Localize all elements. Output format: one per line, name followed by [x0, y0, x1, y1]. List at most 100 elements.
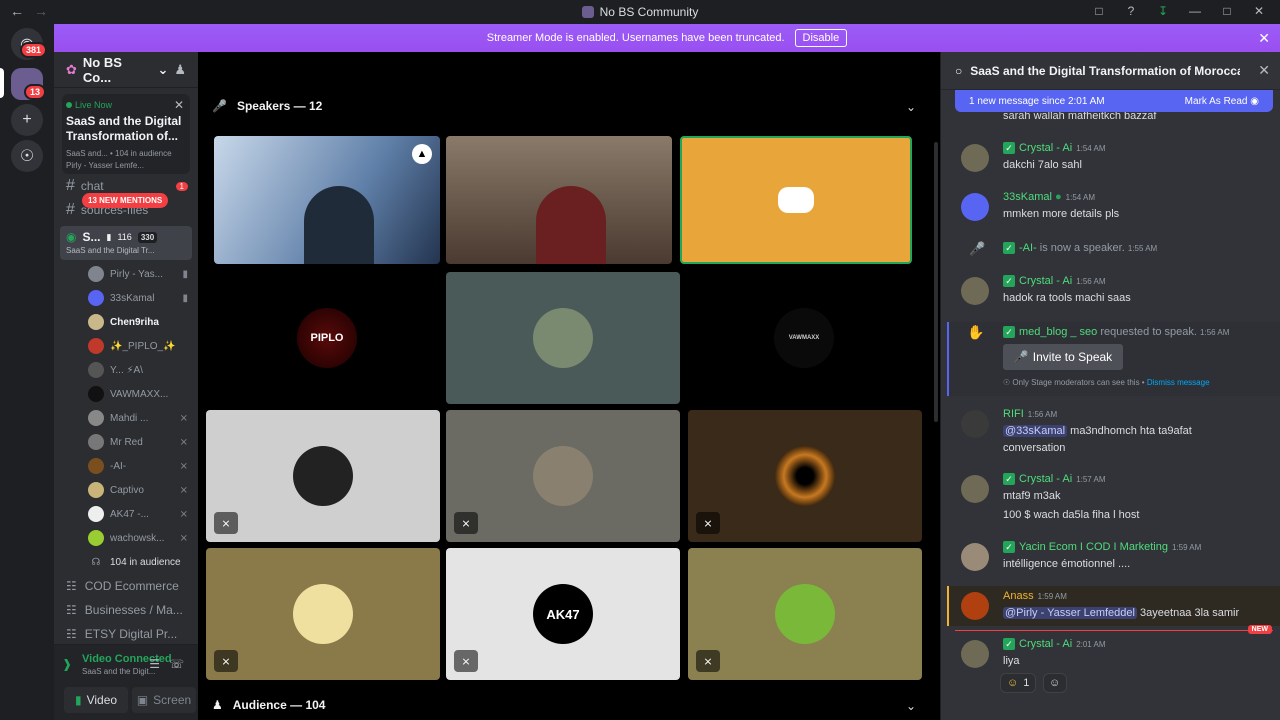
user-mention[interactable]: @Pirly - Yasser Lemfeddel: [1003, 607, 1137, 619]
user-name: 33sKamal: [110, 292, 155, 304]
author-name[interactable]: 33sKamal: [1003, 191, 1052, 203]
speaker-discord-tile[interactable]: [680, 136, 912, 264]
speaker-tile-mahdi[interactable]: ⨯: [206, 410, 440, 542]
server-header[interactable]: ✿ No BS Co... ⌄ ♟: [54, 52, 198, 88]
message-text: conversation: [1003, 442, 1066, 454]
audience-header[interactable]: ♟ Audience — 104: [212, 693, 325, 717]
avatar[interactable]: [961, 640, 989, 668]
avatar[interactable]: [961, 475, 989, 503]
stage-user-row[interactable]: -AI- ⨯: [54, 454, 198, 478]
mark-as-read-button[interactable]: Mark As Read ◉: [1185, 96, 1259, 107]
category-businesses[interactable]: ☷ Businesses / Ma...: [54, 598, 198, 622]
disable-button[interactable]: Disable: [794, 29, 848, 47]
verified-check-icon: ✓: [1003, 326, 1015, 338]
moderator-shield-icon: ▲: [412, 144, 432, 164]
chen9riha-avatar: [533, 446, 593, 506]
user-mention[interactable]: @33sKamal: [1003, 425, 1068, 437]
download-icon[interactable]: ↧: [1156, 4, 1170, 18]
minimize-icon[interactable]: —: [1188, 4, 1202, 18]
author-name[interactable]: Crystal - Ai: [1019, 473, 1072, 485]
hash-icon: #: [66, 201, 75, 218]
speaker-tile-wachowski[interactable]: ⨯: [688, 548, 922, 680]
discover-compass-icon[interactable]: ☉: [11, 140, 43, 172]
maximize-icon[interactable]: □: [1220, 4, 1234, 18]
speaker-video-tile[interactable]: [446, 136, 672, 264]
muted-mic-icon: ⨯: [179, 508, 188, 520]
live-now-label: Live Now: [66, 100, 186, 110]
stage-user-row[interactable]: Mahdi ... ⨯: [54, 406, 198, 430]
live-close-icon[interactable]: ✕: [174, 98, 184, 112]
author-name[interactable]: Crystal - Ai: [1019, 275, 1072, 287]
avatar[interactable]: [961, 144, 989, 172]
event-user[interactable]: -AI-: [1019, 242, 1037, 254]
speaker-person: [536, 186, 606, 264]
video-camera-icon: ▮: [106, 231, 112, 242]
stage-user-row[interactable]: ✨_PIPLO_✨: [54, 334, 198, 358]
speaker-video-tile[interactable]: ▲: [214, 136, 440, 264]
stage-user-row[interactable]: AK47 -... ⨯: [54, 502, 198, 526]
author-name[interactable]: Crystal - Ai: [1019, 142, 1072, 154]
screen-share-button[interactable]: ▣ Screen: [132, 687, 196, 713]
speakers-header[interactable]: 🎤 Speakers — 12: [212, 94, 322, 118]
new-messages-bar[interactable]: 1 new message since 2:01 AM Mark As Read…: [955, 90, 1273, 112]
speaker-tile-mr-red[interactable]: [446, 272, 680, 404]
request-user[interactable]: med_blog _ seo: [1019, 326, 1097, 338]
invite-people-icon[interactable]: ♟: [174, 62, 186, 78]
stage-user-row[interactable]: Y... ⚡A\: [54, 358, 198, 382]
speaker-tile-piplo[interactable]: PIPLO: [214, 272, 440, 404]
disconnect-phone-icon[interactable]: ☏: [169, 657, 184, 671]
live-now-card[interactable]: Live Now ✕ SaaS and the Digital Transfor…: [62, 94, 190, 174]
signal-icon: ❱: [62, 657, 73, 671]
audience-chevron-icon[interactable]: ⌄: [906, 699, 916, 713]
stage-user-count: 330: [137, 231, 158, 243]
speaker-tile-ak47[interactable]: AK47 ⨯: [446, 548, 680, 680]
avatar[interactable]: [961, 592, 989, 620]
speakers-chevron-icon[interactable]: ⌄: [906, 100, 916, 114]
stage-user-row[interactable]: wachowsk... ⨯: [54, 526, 198, 550]
stage-user-row[interactable]: VAWMAXX...: [54, 382, 198, 406]
author-name[interactable]: Crystal - Ai: [1019, 638, 1072, 650]
stage-user-row[interactable]: Pirly - Yas... ▮: [54, 262, 198, 286]
stage-scrollbar[interactable]: [934, 142, 938, 422]
verified-check-icon: ✓: [1003, 275, 1015, 287]
close-window-icon[interactable]: ✕: [1252, 4, 1266, 18]
streamer-mode-banner: Streamer Mode is enabled. Usernames have…: [54, 24, 1280, 52]
dismiss-message-link[interactable]: Dismiss message: [1147, 378, 1210, 387]
reaction-button[interactable]: ☺ 1: [1000, 673, 1037, 693]
chevron-down-icon: ⌄: [157, 61, 169, 77]
category-label: ETSY Digital Pr...: [84, 627, 178, 641]
stage-user-row[interactable]: Captivo ⨯: [54, 478, 198, 502]
author-name[interactable]: RIFI: [1003, 408, 1024, 420]
invite-to-speak-button[interactable]: 🎤 Invite to Speak: [1003, 344, 1123, 370]
author-name[interactable]: Anass: [1003, 590, 1034, 602]
stage-user-row[interactable]: Mr Red ⨯: [54, 430, 198, 454]
inbox-icon[interactable]: □: [1092, 4, 1106, 18]
audience-row[interactable]: ☊ 104 in audience: [54, 550, 198, 574]
avatar[interactable]: [961, 410, 989, 438]
speaker-tile-ai[interactable]: ⨯: [688, 410, 922, 542]
category-etsy[interactable]: ☷ ETSY Digital Pr...: [54, 622, 198, 646]
help-icon[interactable]: ?: [1124, 4, 1138, 18]
user-name: Mahdi ...: [110, 412, 149, 424]
add-reaction-button[interactable]: ☺: [1043, 673, 1067, 693]
new-mentions-pill[interactable]: 13 NEW MENTIONS: [82, 193, 169, 208]
video-button[interactable]: ▮ Video: [64, 687, 128, 713]
message-text: mtaf9 m3ak: [1003, 490, 1061, 502]
speaker-tile-captivo[interactable]: ⨯: [206, 548, 440, 680]
stage-user-row[interactable]: Chen9riha: [54, 310, 198, 334]
stage-channel[interactable]: ◉ S... ▮ 116 330 SaaS and the Digital Tr...: [60, 226, 192, 260]
add-server-icon[interactable]: +: [11, 104, 43, 136]
speaker-tile-chen9riha[interactable]: ⨯: [446, 410, 680, 542]
channel-label: chat: [80, 179, 104, 193]
category-cod[interactable]: ☷ COD Ecommerce: [54, 574, 198, 598]
timestamp: 1:56 AM: [1027, 410, 1058, 419]
avatar[interactable]: [961, 543, 989, 571]
speaker-tile-vawmaxx[interactable]: VAWMAXX: [688, 272, 920, 404]
chat-close-icon[interactable]: ✕: [1258, 62, 1270, 79]
server-icon: [581, 6, 594, 18]
banner-close-icon[interactable]: ✕: [1258, 30, 1270, 47]
avatar[interactable]: [961, 193, 989, 221]
author-name[interactable]: Yacin Ecom I COD I Marketing: [1019, 541, 1168, 553]
noise-suppression-icon[interactable]: ☰: [149, 657, 160, 671]
stage-user-row[interactable]: 33sKamal ▮: [54, 286, 198, 310]
